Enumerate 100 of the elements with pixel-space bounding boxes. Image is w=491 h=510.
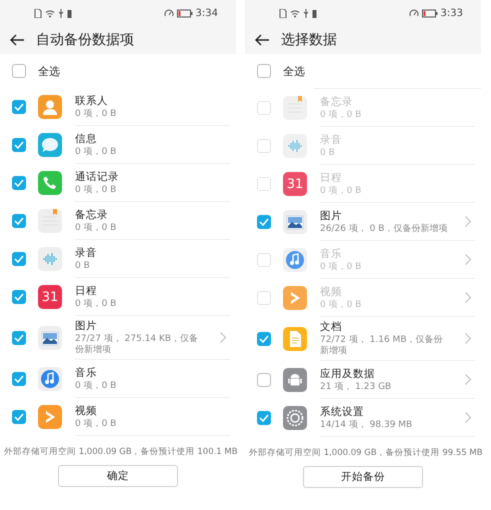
checkbox[interactable]	[257, 373, 271, 387]
item-name: 图片	[75, 319, 98, 333]
chevron-icon[interactable]	[465, 216, 471, 227]
notepad-icon	[38, 209, 62, 233]
play-icon	[283, 286, 307, 310]
list-row[interactable]: 联系人 0 项，0 B	[75, 88, 230, 126]
photo-album-icon	[38, 326, 62, 350]
document-icon	[283, 327, 307, 351]
item-name: 音乐	[75, 366, 98, 380]
storage-note: 外部存储可用空间 1,000.09 GB，备份预计使用 99.55 MB	[248, 447, 481, 459]
item-name: 联系人	[75, 94, 109, 108]
item-name: 日程	[75, 284, 98, 298]
select-all-label: 全选	[283, 64, 305, 78]
contact-icon	[38, 95, 62, 119]
checkbox[interactable]	[12, 331, 26, 345]
item-detail: 72/72 项， 1.16 MB，仅备份新增项	[320, 335, 444, 357]
item-detail: 0 项，0 B	[320, 110, 362, 120]
item-detail: 0 项，0 B	[75, 108, 118, 120]
sound-wave-icon	[283, 134, 307, 158]
item-name: 文档	[320, 320, 343, 334]
back-button[interactable]	[8, 32, 26, 48]
battery-icon	[422, 8, 438, 18]
item-detail: 21 项， 1.23 GB	[320, 382, 392, 392]
item-detail: 27/27 项， 275.14 KB，仅备份新增项	[75, 334, 200, 356]
checkbox[interactable]	[12, 100, 26, 114]
music-note-icon	[38, 367, 62, 391]
item-name: 日程	[320, 170, 343, 184]
item-name: 音乐	[320, 246, 343, 260]
screen-title: 自动备份数据项	[36, 31, 134, 49]
calendar-icon: 31	[283, 172, 307, 196]
confirm-button[interactable]: 开始备份	[303, 466, 423, 488]
chevron-icon[interactable]	[465, 374, 471, 385]
back-button[interactable]	[253, 32, 271, 48]
item-name: 录音	[320, 132, 343, 146]
checkbox[interactable]	[257, 411, 271, 425]
list-row[interactable]: 录音 0 B	[75, 240, 230, 278]
battery-icon	[67, 8, 72, 18]
checkbox[interactable]	[257, 64, 271, 78]
gauge-icon	[164, 8, 174, 18]
checkbox[interactable]	[12, 252, 26, 266]
item-name: 应用及数据	[320, 366, 376, 380]
item-detail: 0 项，0 B	[75, 184, 118, 196]
item-name: 视频	[75, 404, 98, 418]
select-all-label: 全选	[38, 64, 60, 78]
list-row[interactable]: 备忘录 0 项，0 B	[75, 202, 230, 240]
checkbox[interactable]	[12, 214, 26, 228]
music-note-icon	[283, 248, 307, 272]
item-detail: 0 项，0 B	[320, 300, 362, 310]
list-row[interactable]: 视频 0 项，0 B	[75, 398, 230, 436]
checkbox[interactable]	[12, 290, 26, 304]
chevron-icon[interactable]	[465, 333, 471, 344]
wifi-icon	[45, 8, 55, 18]
checkbox[interactable]	[12, 64, 26, 78]
checkbox[interactable]	[12, 176, 26, 190]
item-name: 备忘录	[320, 94, 354, 108]
list-row[interactable]: 音乐 0 项，0 B	[75, 360, 230, 398]
gear-icon	[283, 406, 307, 430]
item-detail: 0 B	[320, 148, 336, 158]
item-detail: 0 项，0 B	[75, 298, 118, 310]
list-row[interactable]: 信息 0 项，0 B	[75, 126, 230, 164]
sound-wave-icon	[38, 247, 62, 271]
item-detail: 0 项，0 B	[320, 262, 362, 272]
chevron-icon[interactable]	[465, 412, 471, 423]
item-name: 图片	[320, 208, 343, 222]
checkbox[interactable]	[12, 138, 26, 152]
item-detail: 26/26 项， 0 B，仅备份新增项	[320, 224, 448, 234]
screen-title: 选择数据	[281, 31, 337, 49]
checkbox[interactable]	[257, 332, 271, 346]
status-time: 3:34	[196, 8, 218, 18]
checkbox[interactable]	[12, 410, 26, 424]
status-time: 3:33	[440, 8, 463, 18]
item-detail: 0 项，0 B	[75, 146, 118, 158]
photo-album-icon	[283, 210, 307, 234]
item-name: 信息	[75, 132, 98, 146]
item-detail: 0 B	[75, 260, 91, 272]
list-row[interactable]: 通话记录 0 项，0 B	[75, 164, 230, 202]
storage-note: 外部存储可用空间 1,000.09 GB，备份预计使用 100.1 MB	[3, 446, 236, 458]
play-icon	[38, 405, 62, 429]
item-name: 视频	[320, 284, 343, 298]
item-name: 通话记录	[75, 170, 120, 184]
checkbox[interactable]	[12, 372, 26, 386]
confirm-button[interactable]: 确定	[58, 465, 178, 487]
chevron-icon[interactable]	[220, 332, 226, 343]
chat-bubble-icon	[38, 133, 62, 157]
item-name: 备忘录	[75, 208, 109, 222]
checkbox[interactable]	[257, 215, 271, 229]
battery-icon	[312, 8, 317, 18]
item-detail: 0 项，0 B	[75, 418, 118, 430]
item-detail: 14/14 项， 98.39 MB	[320, 420, 414, 430]
item-name: 系统设置	[320, 404, 365, 418]
wifi-icon	[290, 8, 300, 18]
sim-icon	[279, 8, 287, 18]
usb-icon	[303, 8, 309, 18]
item-detail: 0 项，0 B	[75, 380, 118, 392]
calendar-icon: 31	[38, 285, 62, 309]
item-name: 录音	[75, 246, 98, 260]
list-row[interactable]: 日程 0 项，0 B	[75, 278, 230, 316]
phone-icon	[38, 171, 62, 195]
sim-icon	[34, 8, 42, 18]
item-detail: 0 项，0 B	[320, 186, 362, 196]
